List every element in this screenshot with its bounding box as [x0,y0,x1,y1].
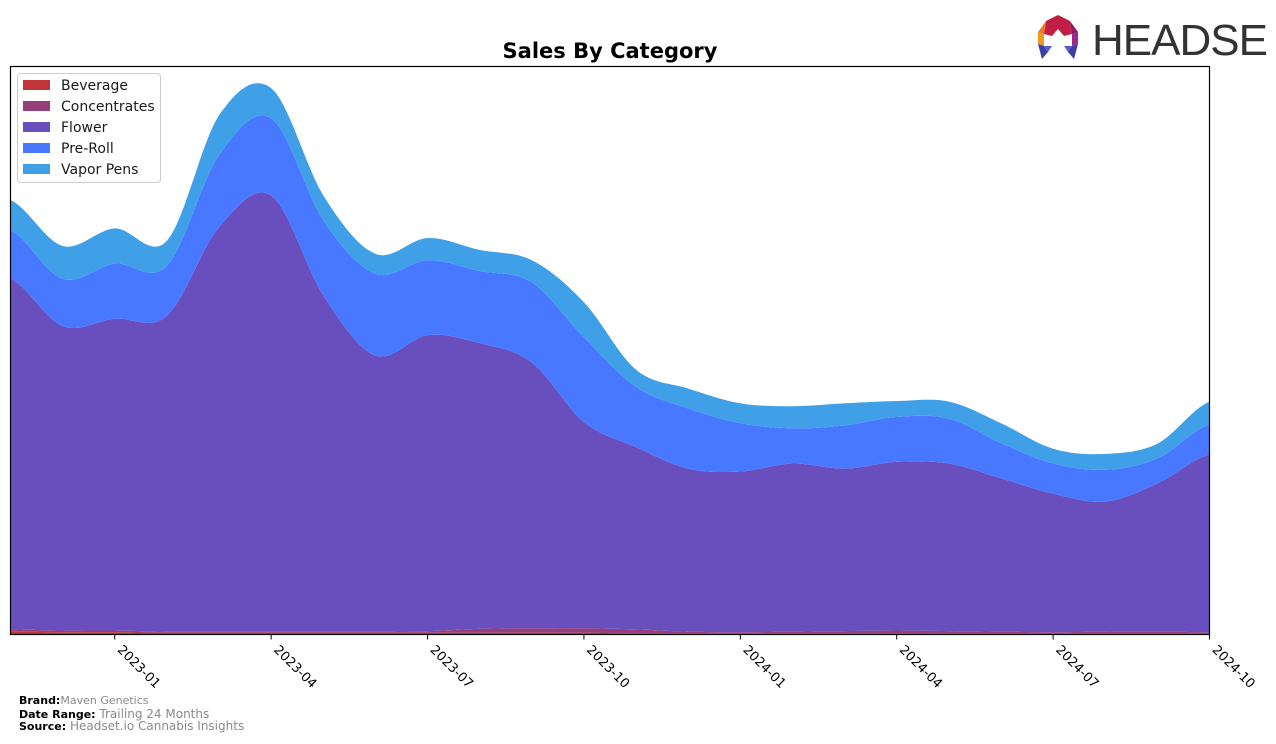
source-label: Source: [19,720,67,733]
x-tick-label: 2024-10 [1209,643,1258,692]
x-tick-label: 2023-01 [114,643,163,692]
x-axis-ticks: 2023-01 2023-04 2023-07 2023-10 2024-01 2024-… [114,634,1258,692]
brand-label: Brand: [19,694,61,707]
headset-logo: HEADSET [1038,15,1266,64]
legend-swatch-flower [23,122,50,132]
footer-source: Source: Headset.io Cannabis Insights [19,720,244,733]
legend-label-vapor-pens: Vapor Pens [61,162,138,178]
x-tick-label: 2024-01 [739,643,788,692]
footer-brand: Brand:Maven Genetics [19,695,149,707]
headset-logo-icon [1038,15,1078,59]
x-tick-label: 2024-04 [896,643,945,692]
brand-value: Maven Genetics [60,694,149,707]
legend: Beverage Concentrates Flower Pre-Roll Vapor … [17,73,161,183]
legend-label-concentrates: Concentrates [61,99,155,115]
legend-swatch-vapor-pens [23,164,50,174]
legend-swatch-beverage [23,80,50,90]
x-tick-label: 2023-07 [427,643,476,692]
legend-label-flower: Flower [61,120,108,136]
stacked-areas [10,83,1210,635]
x-tick-label: 2024-07 [1052,643,1101,692]
legend-swatch-pre-roll [23,143,50,153]
legend-label-beverage: Beverage [61,78,128,94]
legend-label-pre-roll: Pre-Roll [61,141,114,157]
x-tick-label: 2023-10 [583,643,632,692]
legend-swatch-concentrates [23,101,50,111]
headset-logo-text: HEADSET [1092,16,1266,64]
chart-title: Sales By Category [503,39,718,63]
x-tick-label: 2023-04 [270,643,319,692]
sales-by-category-chart: Sales By Category 2023-01 2023-04 2023-07 2… [9,39,1258,692]
source-value: Headset.io Cannabis Insights [69,719,245,733]
